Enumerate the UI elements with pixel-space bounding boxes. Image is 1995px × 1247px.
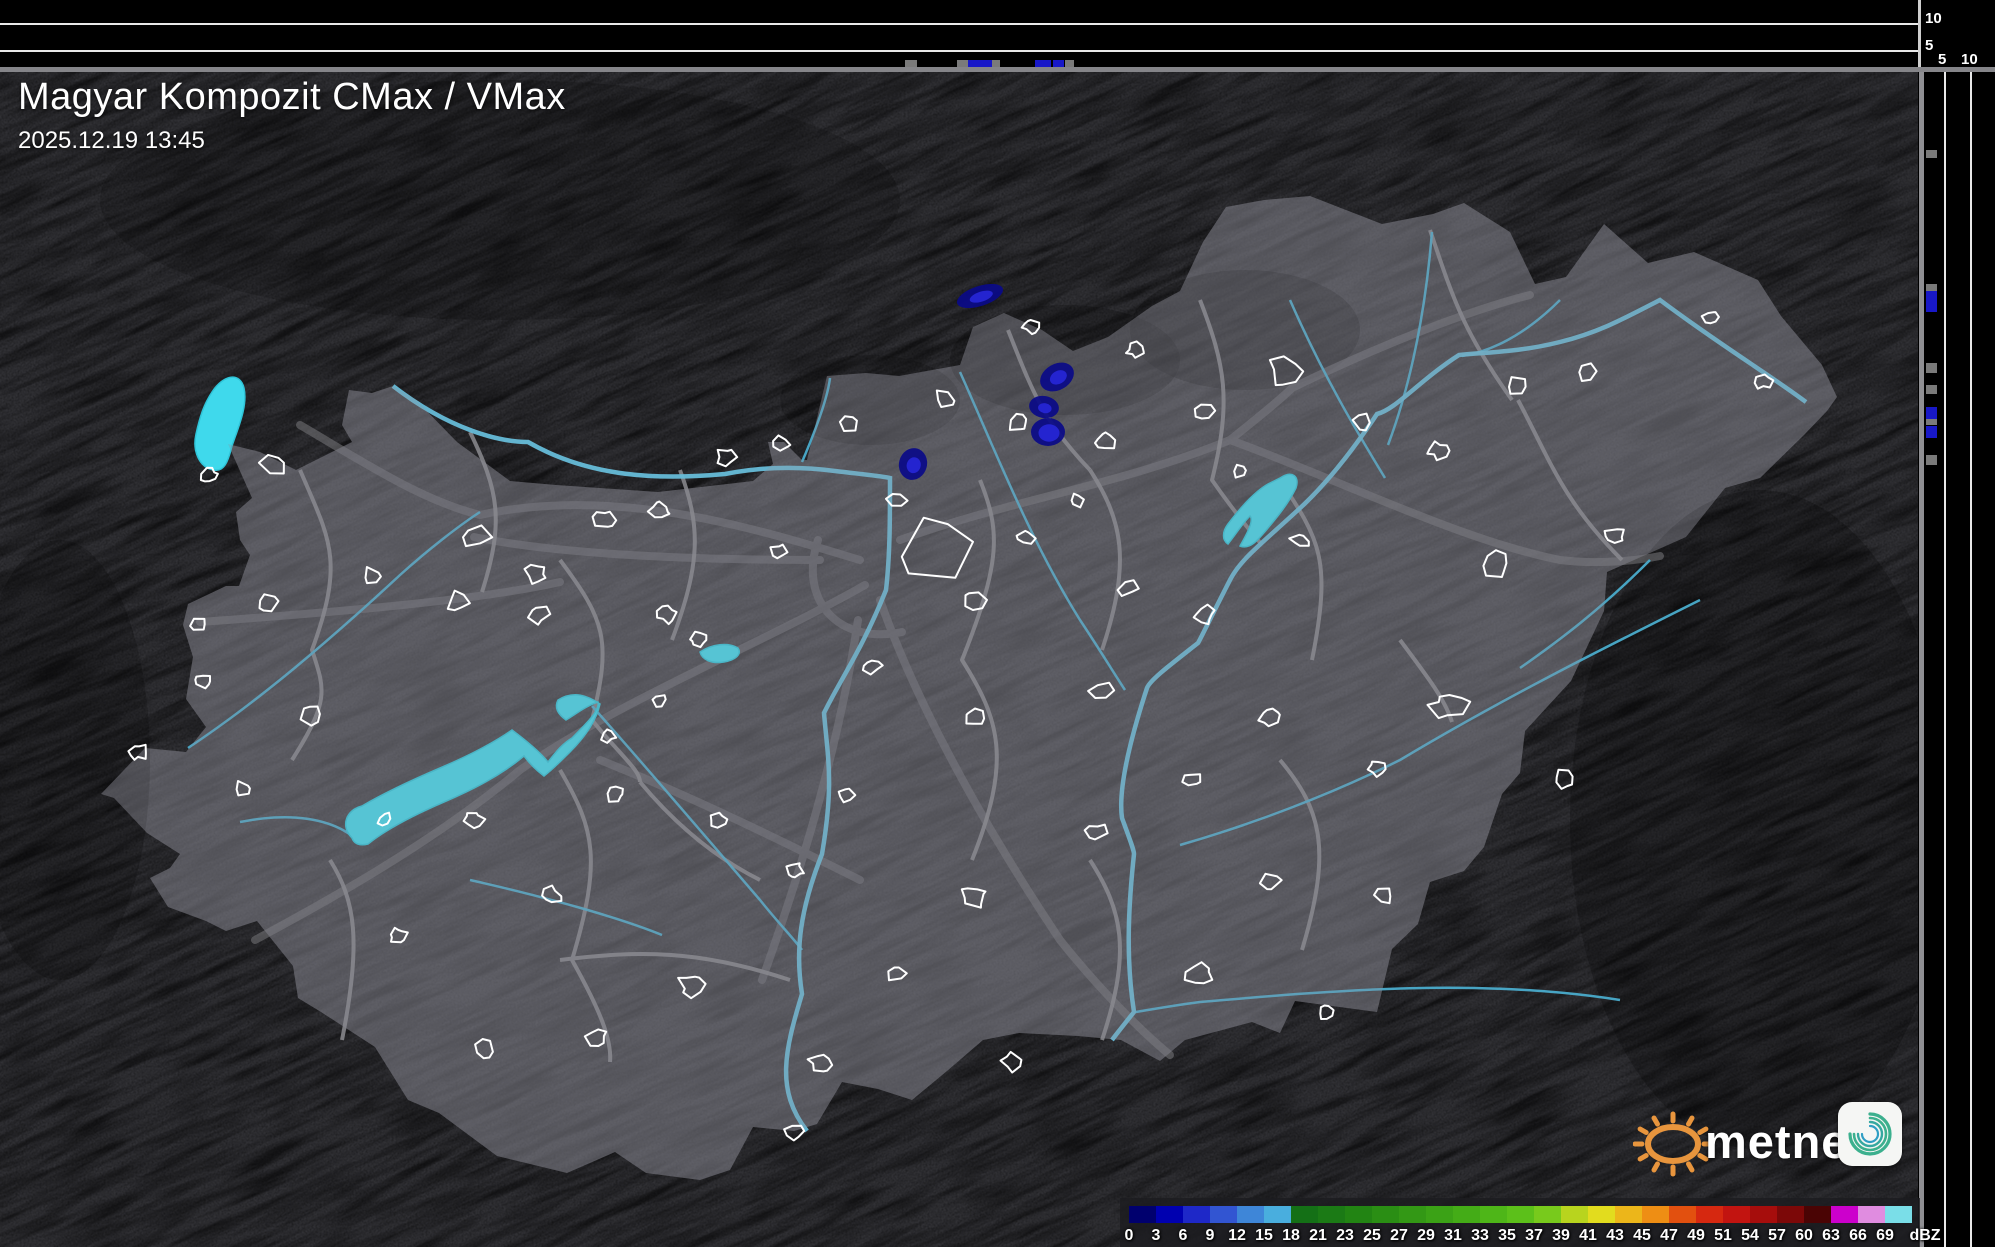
colorbar-block xyxy=(1210,1206,1237,1223)
right-axis-label-5: 5 xyxy=(1938,51,1947,68)
top-gridline-10km xyxy=(0,23,1918,25)
panel-corner-border xyxy=(1918,0,1921,67)
colorbar-unit: dBZ xyxy=(1909,1227,1941,1244)
colorbar-block xyxy=(1453,1206,1480,1223)
colorbar-block xyxy=(1804,1206,1831,1223)
top-panel-echo-mark xyxy=(1035,60,1051,67)
colorbar-block xyxy=(1507,1206,1534,1223)
right-gridline-10km xyxy=(1970,72,1972,1247)
colorbar-block xyxy=(1264,1206,1291,1223)
colorbar-block xyxy=(1156,1206,1183,1223)
colorbar-block xyxy=(1345,1206,1372,1223)
right-gridline-5km xyxy=(1944,72,1946,1247)
colorbar-block xyxy=(1480,1206,1507,1223)
colorbar-block xyxy=(1372,1206,1399,1223)
radar-map xyxy=(0,72,1918,1247)
radar-echo xyxy=(1031,418,1065,446)
top-panel-echo-mark xyxy=(1065,60,1074,67)
right-panel-echo-mark xyxy=(1926,284,1937,291)
right-panel-echo-mark xyxy=(1926,407,1937,419)
right-panel-echo-mark xyxy=(1926,291,1937,312)
title-block: Magyar Kompozit CMax / VMax 2025.12.19 1… xyxy=(18,76,566,155)
radar-screen: 10 5 5 10 Magyar Kompozit CMax / VMax 20… xyxy=(0,0,1995,1247)
colorbar-block xyxy=(1183,1206,1210,1223)
colorbar-block xyxy=(1426,1206,1453,1223)
right-profile-panel xyxy=(1924,0,1995,1247)
colorbar-block xyxy=(1399,1206,1426,1223)
colorbar-block xyxy=(1777,1206,1804,1223)
top-gridline-5km xyxy=(0,50,1918,52)
colorbar-block xyxy=(1750,1206,1777,1223)
top-panel-echo-mark xyxy=(957,60,968,67)
top-panel-echo-mark xyxy=(992,60,1000,67)
colorbar-block xyxy=(1318,1206,1345,1223)
colorbar-block xyxy=(1237,1206,1264,1223)
colorbar-block xyxy=(1858,1206,1885,1223)
colorbar-tick-label: 69 xyxy=(1876,1227,1894,1244)
colorbar-block xyxy=(1885,1206,1912,1223)
colorbar-block xyxy=(1831,1206,1858,1223)
top-panel-echo-mark xyxy=(968,60,992,67)
timestamp: 2025.12.19 13:45 xyxy=(18,127,205,154)
panel-separator xyxy=(0,67,1995,72)
top-panel-echo-mark xyxy=(905,60,917,67)
page-title: Magyar Kompozit CMax / VMax xyxy=(18,76,566,118)
top-axis-label-5: 5 xyxy=(1925,37,1934,54)
colorbar-block xyxy=(1669,1206,1696,1223)
right-axis-label-10: 10 xyxy=(1961,51,1978,68)
right-panel-echo-mark xyxy=(1926,363,1937,373)
right-panel-echo-mark xyxy=(1926,385,1937,394)
right-panel-echo-mark xyxy=(1926,426,1937,438)
dbz-colorbar: 0 3 6 9 12 15 18 21 23 25 27 29 31 33 35 37 39 41 43 45 47 49… xyxy=(1120,1198,1941,1247)
colorbar-block xyxy=(1534,1206,1561,1223)
colorbar-block xyxy=(1561,1206,1588,1223)
metnet-app-icon xyxy=(1838,1102,1902,1166)
colorbar-block xyxy=(1291,1206,1318,1223)
right-panel-echo-mark xyxy=(1926,455,1937,465)
colorbar-block xyxy=(1696,1206,1723,1223)
map-svg xyxy=(0,72,1918,1247)
top-panel-echo-mark xyxy=(1053,60,1064,67)
cyclone-spiral-icon xyxy=(1848,1112,1892,1156)
right-panel-echo-mark xyxy=(1926,419,1937,425)
sun-icon xyxy=(1633,1111,1711,1177)
top-profile-panel xyxy=(0,0,1918,67)
colorbar-block xyxy=(1588,1206,1615,1223)
colorbar-block xyxy=(1615,1206,1642,1223)
colorbar-block xyxy=(1642,1206,1669,1223)
metnet-logo[interactable]: metnet xyxy=(1633,1098,1913,1188)
colorbar-block xyxy=(1723,1206,1750,1223)
colorbar-block xyxy=(1129,1206,1156,1223)
top-axis-label-10: 10 xyxy=(1925,10,1942,27)
right-panel-echo-mark xyxy=(1926,150,1937,158)
map-right-border xyxy=(1919,72,1924,1247)
